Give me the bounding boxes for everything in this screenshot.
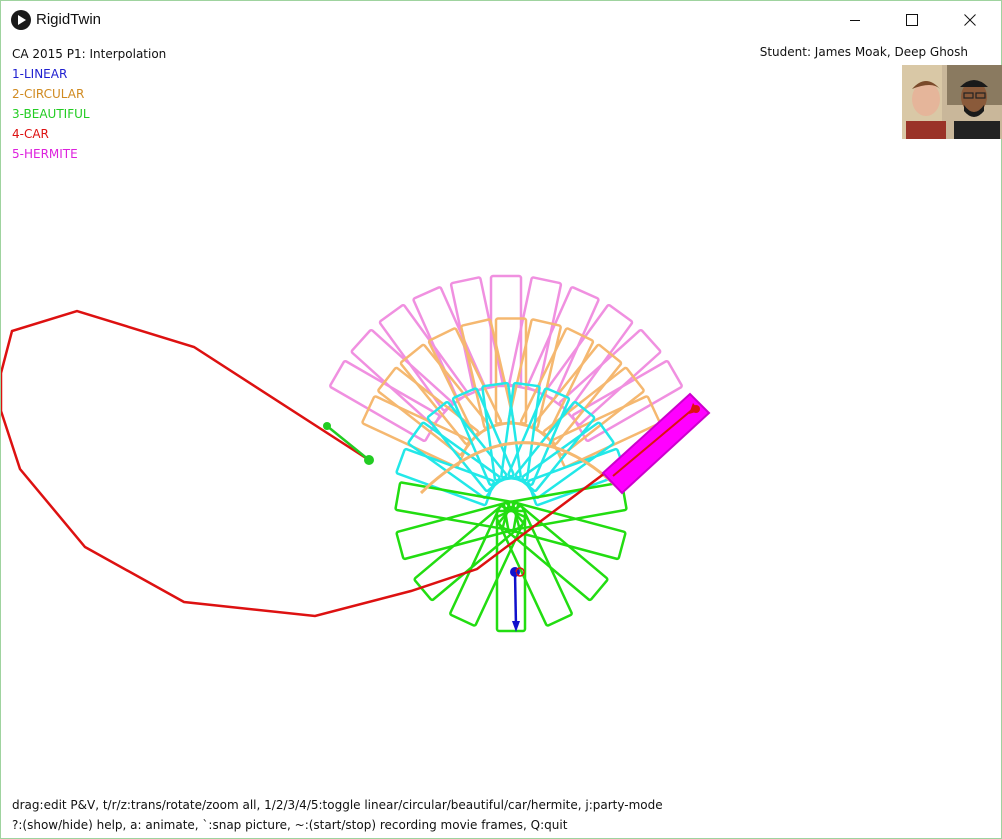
start-vector-handle[interactable]	[323, 422, 331, 430]
start-vector	[326, 425, 370, 461]
student-names: Student: James Moak, Deep Ghosh	[759, 45, 968, 59]
project-title: CA 2015 P1: Interpolation	[12, 47, 167, 61]
help-line-2: ?:(show/hide) help, a: animate, `:snap p…	[12, 818, 568, 832]
menu-item-beautiful[interactable]: 3-BEAUTIFUL	[12, 104, 90, 124]
end-vector-handle[interactable]	[692, 405, 700, 413]
hermite-frames	[329, 274, 683, 443]
start-control-point[interactable]	[364, 455, 374, 465]
menu-item-hermite[interactable]: 5-HERMITE	[12, 144, 78, 164]
interpolated-frame	[508, 276, 563, 392]
menu-item-circular[interactable]: 2-CIRCULAR	[12, 84, 84, 104]
menu-item-car[interactable]: 4-CAR	[12, 124, 49, 144]
beautiful-frames	[394, 481, 628, 633]
sketch-canvas[interactable]	[1, 1, 1001, 838]
linear-vector	[513, 571, 518, 628]
student-photo	[902, 65, 1002, 139]
app-window: RigidTwin CA 2015 P1: Interpolation 1-LI…	[0, 0, 1002, 839]
menu-item-linear[interactable]: 1-LINEAR	[12, 64, 67, 84]
help-text: drag:edit P&V, t/r/z:trans/rotate/zoom a…	[12, 795, 663, 835]
help-line-1: drag:edit P&V, t/r/z:trans/rotate/zoom a…	[12, 798, 663, 812]
